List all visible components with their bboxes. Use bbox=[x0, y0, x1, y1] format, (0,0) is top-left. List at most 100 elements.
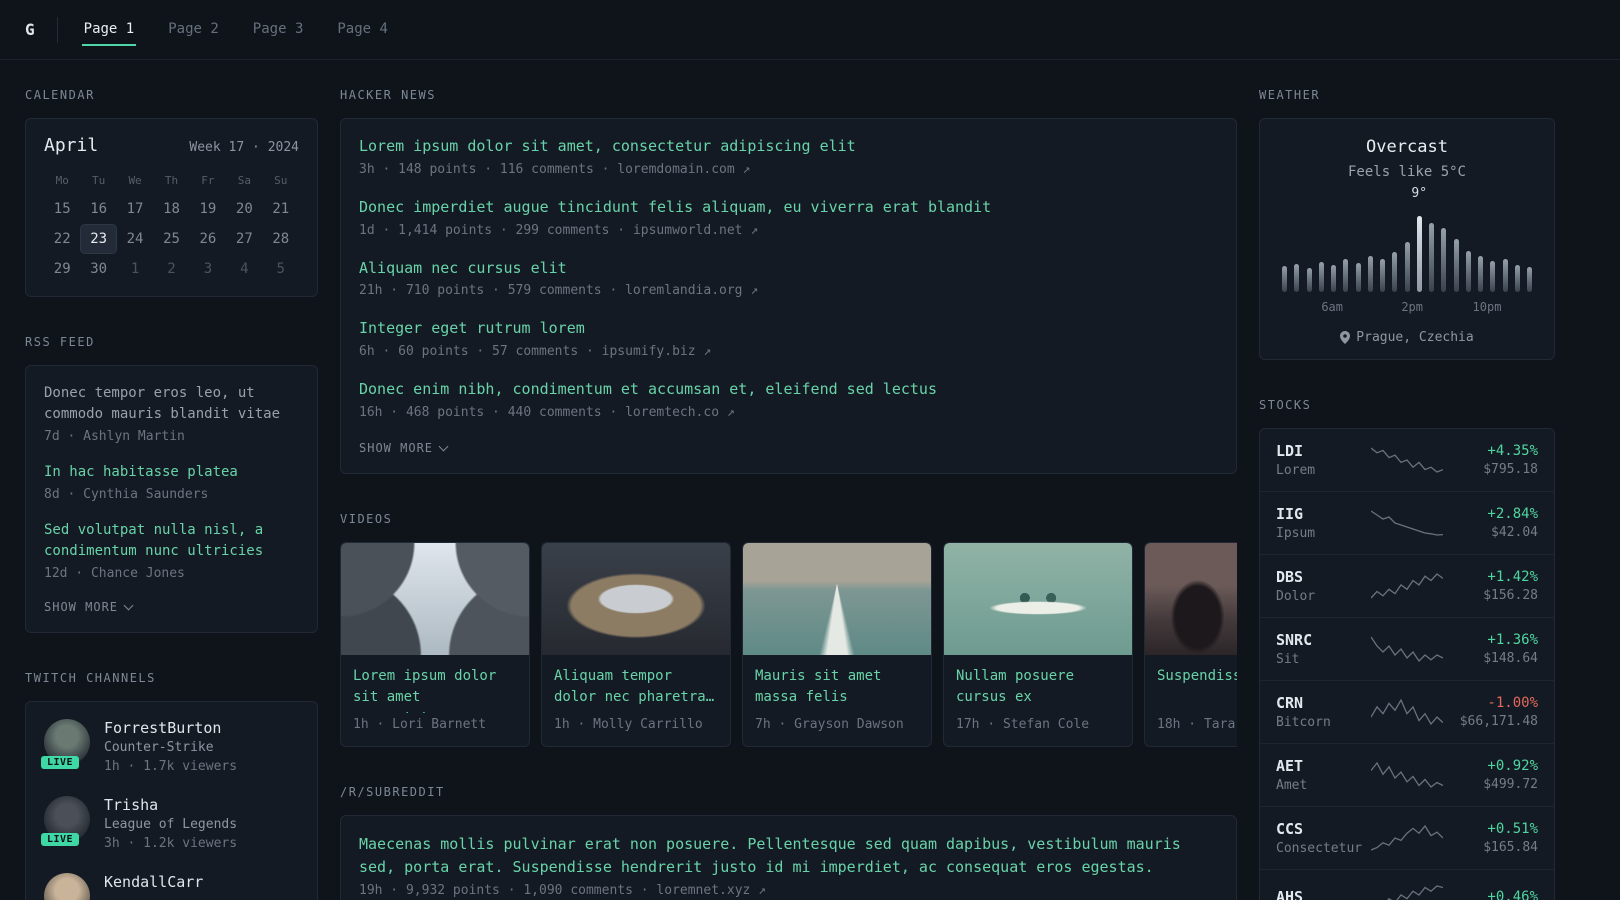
rss-card: Donec tempor eros leo, ut commodo mauris… bbox=[25, 365, 318, 633]
video-title[interactable]: Mauris sit amet massa felis bbox=[743, 655, 931, 713]
chevron-down-icon bbox=[123, 600, 134, 611]
video-thumbnail[interactable] bbox=[1145, 542, 1237, 655]
twitch-channel-game[interactable]: League of Legends bbox=[104, 817, 237, 832]
calendar-header: April Week 17 · 2024 bbox=[44, 135, 299, 156]
stock-row[interactable]: AET Amet +0.92% $499.72 bbox=[1260, 743, 1554, 806]
video-meta: 7h · Grayson Dawson bbox=[755, 716, 904, 732]
tab-page-1[interactable]: Page 1 bbox=[81, 14, 137, 46]
subreddit-card: Maecenas mollis pulvinar erat non posuer… bbox=[340, 814, 1237, 900]
hacker-news-item-title[interactable]: Integer eget rutrum lorem bbox=[359, 318, 1218, 340]
subreddit-post-title[interactable]: Maecenas mollis pulvinar erat non posuer… bbox=[359, 833, 1218, 880]
twitch-channel-name[interactable]: Trisha bbox=[104, 796, 237, 814]
stock-row[interactable]: CRN Bitcorn -1.00% $66,171.48 bbox=[1260, 680, 1554, 743]
calendar-day: 18 bbox=[163, 201, 180, 217]
calendar-day-header: Th bbox=[164, 174, 179, 187]
tab-page-4[interactable]: Page 4 bbox=[335, 14, 390, 46]
location-pin-icon bbox=[1340, 331, 1351, 344]
twitch-channel-name[interactable]: KendallCarr bbox=[104, 873, 203, 891]
stock-ticker[interactable]: IIG bbox=[1276, 505, 1368, 523]
rss-show-more-button[interactable]: SHOW MORE bbox=[44, 600, 134, 614]
hacker-news-item-title[interactable]: Donec enim nibh, condimentum et accumsan… bbox=[359, 379, 1218, 401]
hacker-news-item-title[interactable]: Lorem ipsum dolor sit amet, consectetur … bbox=[359, 136, 1218, 158]
hacker-news-item-meta: 21h · 710 points · 579 comments · loreml… bbox=[359, 283, 1218, 298]
video-title[interactable]: Suspendisse diam bbox=[1145, 655, 1237, 713]
stock-ticker[interactable]: AHS bbox=[1276, 888, 1368, 900]
calendar-widget: CALENDAR April Week 17 · 2024 Mo Tu We T… bbox=[25, 88, 318, 297]
stock-ticker[interactable]: DBS bbox=[1276, 568, 1368, 586]
hacker-news-item-title[interactable]: Aliquam nec cursus elit bbox=[359, 258, 1218, 280]
stock-row[interactable]: IIG Ipsum +2.84% $42.04 bbox=[1260, 491, 1554, 554]
hacker-news-item-domain[interactable]: loremdomain.com bbox=[617, 162, 734, 177]
calendar-day: 20 bbox=[235, 201, 253, 217]
video-card[interactable]: Nullam posuere cursus ex 17h · Stefan Co… bbox=[943, 541, 1133, 747]
hacker-news-show-more-button[interactable]: SHOW MORE bbox=[359, 441, 449, 455]
calendar-day: 19 bbox=[199, 201, 217, 217]
subreddit-section-title: /R/SUBREDDIT bbox=[340, 784, 445, 799]
twitch-channel-meta: 1h · 1.7k viewers bbox=[104, 759, 238, 774]
rss-item-title[interactable]: Donec tempor eros leo, ut commodo mauris… bbox=[44, 383, 299, 425]
stock-row[interactable]: LDI Lorem +4.35% $795.18 bbox=[1260, 429, 1554, 491]
calendar-day: 3 bbox=[203, 261, 213, 277]
video-card[interactable]: Suspendisse diam 18h · Tara bbox=[1144, 541, 1237, 747]
twitch-channel-row[interactable]: LIVE Trisha League of Legends 3h · 1.2k … bbox=[41, 796, 299, 851]
stock-change: +0.51% bbox=[1487, 821, 1538, 837]
stock-ticker[interactable]: SNRC bbox=[1276, 631, 1368, 649]
video-thumbnail[interactable] bbox=[542, 542, 730, 655]
subreddit-widget: /R/SUBREDDIT Maecenas mollis pulvinar er… bbox=[340, 785, 1237, 900]
video-card[interactable]: Mauris sit amet massa felis 7h · Grayson… bbox=[742, 541, 932, 747]
stock-name: Sit bbox=[1276, 652, 1300, 667]
hacker-news-item-title[interactable]: Donec imperdiet augue tincidunt felis al… bbox=[359, 197, 1218, 219]
calendar-grid: Mo Tu We Th Fr Sa Su 15 16 17 18 19 20 2… bbox=[44, 168, 299, 284]
stock-row[interactable]: CCS Consectetur +0.51% $165.84 bbox=[1260, 806, 1554, 869]
video-title[interactable]: Nullam posuere cursus ex bbox=[944, 655, 1132, 713]
tab-page-3[interactable]: Page 3 bbox=[251, 14, 306, 46]
twitch-channel-row[interactable]: LIVE ForrestBurton Counter-Strike 1h · 1… bbox=[41, 719, 299, 774]
video-thumbnail[interactable] bbox=[743, 542, 931, 655]
video-thumbnail[interactable] bbox=[944, 542, 1132, 655]
tab-page-2[interactable]: Page 2 bbox=[166, 14, 221, 46]
video-card[interactable]: Lorem ipsum dolor sit amet consectetu… 1… bbox=[340, 541, 530, 747]
stock-ticker[interactable]: LDI bbox=[1276, 442, 1368, 460]
twitch-channel-row[interactable]: LIVE KendallCarr bbox=[44, 873, 299, 900]
weather-location-label: Prague, Czechia bbox=[1356, 330, 1474, 345]
video-meta: 1h · Lori Barnett bbox=[353, 716, 487, 732]
twitch-channel-name[interactable]: ForrestBurton bbox=[104, 719, 237, 737]
stock-name: Bitcorn bbox=[1276, 715, 1331, 730]
hacker-news-item-domain[interactable]: ipsumify.biz bbox=[602, 344, 696, 359]
app-logo[interactable]: G bbox=[25, 20, 35, 39]
stock-id: LDI Lorem bbox=[1276, 442, 1368, 478]
hacker-news-item: Aliquam nec cursus elit 21h · 710 points… bbox=[359, 258, 1218, 299]
video-card[interactable]: Aliquam tempor dolor nec pharetra… 1h · … bbox=[541, 541, 731, 747]
calendar-day: 15 bbox=[53, 201, 71, 217]
stock-row[interactable]: SNRC Sit +1.36% $148.64 bbox=[1260, 617, 1554, 680]
hacker-news-item-domain[interactable]: loremtech.co bbox=[625, 405, 719, 420]
calendar-day: 26 bbox=[199, 231, 217, 247]
subreddit-post-domain[interactable]: loremnet.xyz bbox=[656, 883, 750, 898]
rss-item: In hac habitasse platea 8d · Cynthia Sau… bbox=[44, 462, 299, 502]
right-column: WEATHER Overcast Feels like 5°C 9° 6am 2… bbox=[1259, 88, 1555, 900]
video-title[interactable]: Lorem ipsum dolor sit amet consectetu… bbox=[341, 655, 529, 713]
twitch-channel-game[interactable]: Counter-Strike bbox=[104, 740, 237, 755]
rss-item-title[interactable]: Sed volutpat nulla nisl, a condimentum n… bbox=[44, 520, 299, 562]
avatar[interactable] bbox=[44, 873, 90, 900]
stock-sparkline bbox=[1368, 571, 1446, 601]
stock-sparkline bbox=[1368, 445, 1446, 475]
rss-widget: RSS FEED Donec tempor eros leo, ut commo… bbox=[25, 335, 318, 633]
video-title[interactable]: Aliquam tempor dolor nec pharetra… bbox=[542, 655, 730, 713]
hacker-news-item-domain[interactable]: ipsumworld.net bbox=[633, 223, 743, 238]
rss-item-title[interactable]: In hac habitasse platea bbox=[44, 462, 299, 483]
hacker-news-item-domain[interactable]: loremlandia.org bbox=[625, 283, 742, 298]
stock-values: +0.92% $499.72 bbox=[1446, 758, 1538, 792]
stock-ticker[interactable]: CRN bbox=[1276, 694, 1368, 712]
stock-ticker[interactable]: CCS bbox=[1276, 820, 1368, 838]
stock-ticker[interactable]: AET bbox=[1276, 757, 1368, 775]
stock-name: Ipsum bbox=[1276, 526, 1316, 541]
stock-row[interactable]: DBS Dolor +1.42% $156.28 bbox=[1260, 554, 1554, 617]
calendar-card: April Week 17 · 2024 Mo Tu We Th Fr Sa S… bbox=[25, 118, 318, 297]
stock-row[interactable]: AHS +0.46% bbox=[1260, 869, 1554, 900]
stock-id: SNRC Sit bbox=[1276, 631, 1368, 667]
stocks-widget: STOCKS LDI Lorem +4.35% $795.18 IIG Ipsu… bbox=[1259, 398, 1555, 900]
twitch-section-title: TWITCH CHANNELS bbox=[25, 671, 156, 685]
video-thumbnail[interactable] bbox=[341, 542, 529, 655]
external-link-icon: ↗ bbox=[758, 883, 766, 899]
